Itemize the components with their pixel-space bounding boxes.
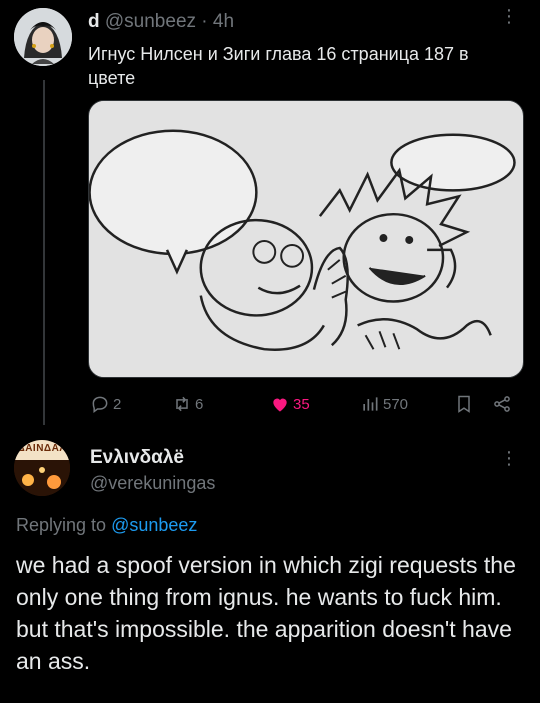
reply-count: 2 [113,395,122,413]
reply-text: we had a spoof version in which zigi req… [16,552,516,674]
tweet-header: d @sunbeez · 4h [88,10,234,34]
reply-more-options-icon[interactable]: ⋮ [500,449,518,476]
reply-author-display-name[interactable]: Ενλιvδαλё [90,446,184,470]
heart-icon [273,398,287,412]
tweet-text: Игнус Нилсен и Зиги глава 16 страница 18… [88,44,469,88]
bookmark-icon [458,395,470,413]
bookmark-button[interactable] [454,392,474,416]
replying-to-line: Replying to @sunbeez [16,513,197,537]
author-handle[interactable]: @sunbeez [105,11,196,32]
views-button[interactable]: 570 [360,392,408,416]
reply-button[interactable]: 2 [90,392,121,416]
share-button[interactable] [492,392,512,416]
tweet-time[interactable]: 4h [213,11,234,32]
thread-connector-line [43,80,45,425]
views-bar-chart-icon [363,397,378,411]
author-display-name[interactable]: d [88,11,100,32]
reply-avatar-text: ΔAINΔAΛ [17,443,67,454]
reply-icon [92,396,108,413]
views-count: 570 [383,395,409,413]
tweet-media-image[interactable] [88,100,524,378]
tweet-action-bar: 2 6 35 570 [88,388,528,420]
retweet-icon [176,396,188,412]
author-avatar[interactable] [14,8,72,66]
share-icon [494,396,510,412]
reply-author-handle[interactable]: @verekuningas [90,471,215,495]
separator-dot: · [201,11,208,32]
like-button[interactable]: 35 [270,392,310,416]
like-count: 35 [293,395,310,413]
retweet-count: 6 [195,395,204,413]
replying-to-prefix: Replying to [16,515,112,535]
comic-illustration [89,101,523,377]
retweet-button[interactable]: 6 [172,392,203,416]
replying-to-link[interactable]: @sunbeez [111,515,197,535]
reply-author-avatar[interactable]: ΔAINΔAΛ [14,440,70,496]
more-options-icon[interactable]: ⋮ [500,7,518,34]
author-avatar-image [14,8,72,66]
